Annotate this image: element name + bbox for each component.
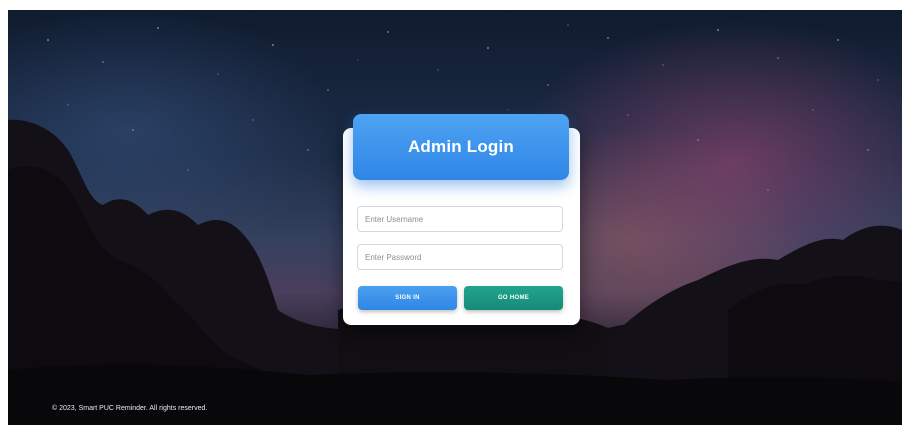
sign-in-button[interactable]: SIGN IN	[358, 286, 457, 310]
username-input[interactable]	[357, 206, 563, 232]
login-card-header: Admin Login	[353, 114, 569, 180]
password-input[interactable]	[357, 244, 563, 270]
login-title: Admin Login	[407, 137, 515, 156]
go-home-button[interactable]: GO HOME	[464, 286, 563, 310]
background-scene: Admin Login SIGN IN GO HOME	[8, 10, 902, 425]
login-card: Admin Login SIGN IN GO HOME	[343, 114, 580, 325]
footer-copyright: © 2023, Smart PUC Reminder. All rights r…	[52, 405, 208, 412]
